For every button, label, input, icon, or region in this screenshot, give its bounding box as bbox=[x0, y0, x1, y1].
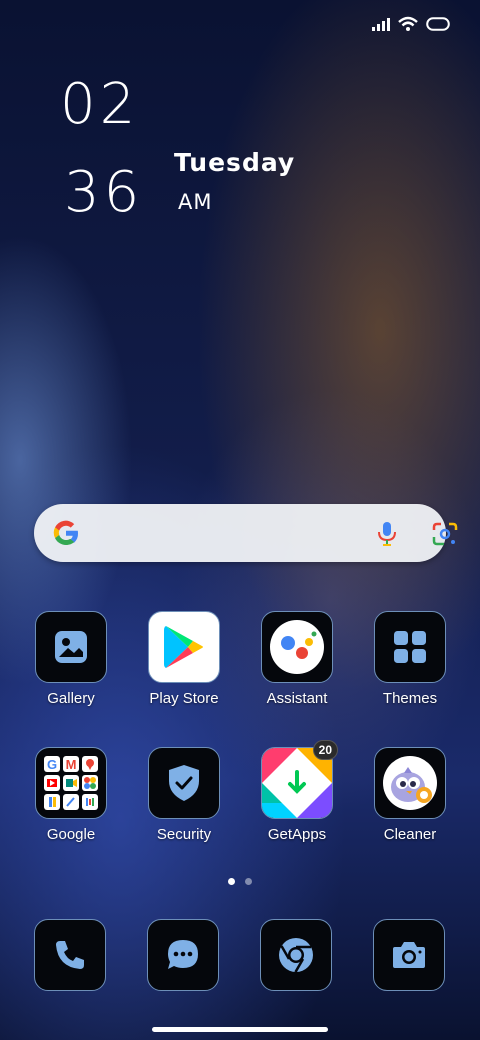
google-folder-icon: G M bbox=[35, 747, 107, 819]
app-security[interactable]: Security bbox=[134, 747, 234, 843]
app-label: GetApps bbox=[267, 826, 327, 843]
camera-icon[interactable] bbox=[373, 919, 445, 991]
app-cleaner[interactable]: Cleaner bbox=[360, 747, 460, 843]
getapps-icon: 20 bbox=[261, 740, 338, 819]
clock-hour[interactable]: 02 bbox=[60, 72, 139, 137]
signal-icon bbox=[372, 17, 390, 31]
clock-ampm: AM bbox=[178, 190, 213, 214]
play-store-icon bbox=[148, 611, 220, 683]
mic-icon[interactable] bbox=[376, 521, 398, 547]
cleaner-icon bbox=[374, 747, 446, 819]
phone-icon[interactable] bbox=[34, 919, 106, 991]
clock-minute[interactable]: 36 bbox=[64, 160, 143, 225]
app-getapps[interactable]: 20 GetApps bbox=[247, 740, 347, 843]
svg-text:M: M bbox=[66, 757, 77, 772]
app-label: Google bbox=[46, 826, 96, 843]
home-indicator[interactable] bbox=[152, 1027, 328, 1032]
app-label: Themes bbox=[382, 690, 438, 707]
wifi-icon bbox=[398, 16, 418, 31]
security-shield-icon bbox=[148, 747, 220, 819]
messages-icon[interactable] bbox=[147, 919, 219, 991]
svg-text:G: G bbox=[47, 757, 57, 772]
status-bar bbox=[372, 16, 450, 32]
assistant-icon bbox=[261, 611, 333, 683]
app-assistant[interactable]: Assistant bbox=[247, 611, 347, 707]
app-gallery[interactable]: Gallery bbox=[21, 611, 121, 707]
lens-icon[interactable] bbox=[432, 522, 458, 546]
app-label: Security bbox=[156, 826, 212, 843]
app-label: Play Store bbox=[149, 690, 219, 707]
app-themes[interactable]: Themes bbox=[360, 611, 460, 707]
chrome-icon[interactable] bbox=[260, 919, 332, 991]
app-label: Gallery bbox=[47, 690, 95, 707]
google-search-bar[interactable] bbox=[34, 504, 458, 562]
battery-icon bbox=[426, 17, 450, 31]
app-label: Assistant bbox=[266, 690, 328, 707]
notification-badge: 20 bbox=[312, 740, 338, 760]
page-indicator bbox=[0, 878, 480, 885]
google-g-icon bbox=[53, 520, 79, 546]
page-dot-active bbox=[228, 878, 235, 885]
themes-icon bbox=[374, 611, 446, 683]
gallery-icon bbox=[35, 611, 107, 683]
app-play-store[interactable]: Play Store bbox=[134, 611, 234, 707]
page-dot bbox=[245, 878, 252, 885]
clock-day: Tuesday bbox=[174, 148, 296, 177]
app-label: Cleaner bbox=[383, 826, 437, 843]
app-google-folder[interactable]: G M Google bbox=[21, 747, 121, 843]
